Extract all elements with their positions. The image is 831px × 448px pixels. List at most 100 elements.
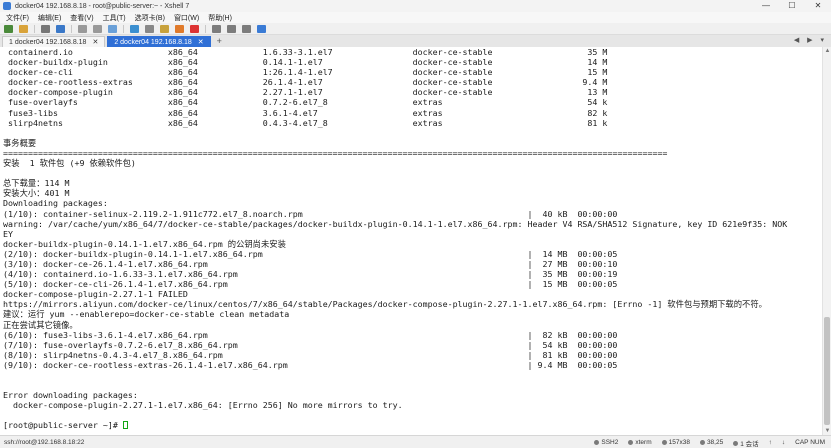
terminal-line: Downloading packages: [3, 198, 108, 209]
menu-window[interactable]: 窗口(W) [174, 13, 199, 23]
terminal-line: EY [3, 228, 13, 239]
terminal-type: xterm [628, 439, 652, 446]
xmanager-icon[interactable] [190, 24, 199, 33]
terminal-cursor [122, 421, 128, 430]
new-session-icon[interactable] [4, 24, 13, 33]
terminal-line: docker-compose-plugin-2.27.1-1.el7.x86_6… [3, 400, 403, 411]
paste-icon[interactable] [93, 24, 102, 33]
help-icon[interactable] [257, 24, 266, 33]
find-icon[interactable] [108, 24, 117, 33]
tab-close-icon[interactable]: ✕ [92, 37, 98, 48]
terminal-line: docker-ce-rootless-extras x86_64 26.1.4-… [3, 77, 608, 88]
menu-help[interactable]: 帮助(H) [208, 13, 232, 23]
window-title: docker04 192.168.8.18 - root@public-serv… [15, 2, 190, 10]
session-count: 1 会话 [733, 438, 759, 448]
terminal-line: fuse-overlayfs x86_64 0.7.2-6.el7_8 extr… [3, 97, 608, 108]
scroll-thumb[interactable] [824, 317, 830, 425]
terminal-line: fuse3-libs x86_64 3.6.1-4.el7 extras 82 … [3, 107, 608, 118]
session-icon [733, 441, 739, 446]
menu-tools[interactable]: 工具(T) [103, 13, 126, 23]
menu-edit[interactable]: 编辑(E) [38, 13, 61, 23]
menu-bar: 文件(F) 编辑(E) 查看(V) 工具(T) 选项卡(B) 窗口(W) 帮助(… [0, 12, 831, 23]
protocol-icon [594, 439, 600, 445]
vertical-scrollbar[interactable]: ▲ ▼ [822, 47, 831, 435]
terminal-line: docker-ce-cli x86_64 1:26.1.4-1.el7 dock… [3, 67, 608, 78]
tab-bar: 1 docker04 192.168.8.18 ✕ 2 docker04 192… [0, 35, 831, 47]
cursor-position-label: 38,25 [706, 439, 724, 446]
terminal-icon [628, 439, 634, 445]
terminal-size: 157x38 [661, 439, 690, 446]
terminal-line: ========================================… [3, 147, 668, 158]
menu-file[interactable]: 文件(F) [6, 13, 29, 23]
terminal-line: 建议：运行 yum --enablerepo=docker-ce-stable … [3, 309, 290, 320]
menu-view[interactable]: 查看(V) [70, 13, 93, 23]
xshell-app-icon [3, 2, 11, 10]
title-bar: docker04 192.168.8.18 - root@public-serv… [0, 0, 831, 12]
terminal-line: https://mirrors.aliyun.com/docker-ce/lin… [3, 299, 767, 310]
properties-icon[interactable] [56, 24, 65, 33]
terminal-type-label: xterm [635, 439, 652, 446]
minimize-button[interactable]: — [753, 0, 779, 12]
terminal-line: 安装 1 软件包 (+9 依赖软件包) [3, 158, 136, 169]
terminal-line: (1/10): container-selinux-2.119.2-1.911c… [3, 208, 618, 219]
terminal-line: (6/10): fuse3-libs-3.6.1-4.el7.x86_64.rp… [3, 329, 618, 340]
terminal-line: (7/10): fuse-overlayfs-0.7.2-6.el7_8.x86… [3, 339, 618, 350]
terminal-line: 安装大小：401 M [3, 188, 70, 199]
copy-icon[interactable] [78, 24, 87, 33]
fullscreen-icon[interactable] [242, 24, 251, 33]
keyboard-icon[interactable] [212, 24, 221, 33]
lock-icon[interactable] [160, 24, 169, 33]
scroll-down-icon[interactable]: ▼ [823, 427, 831, 435]
tab-navigation[interactable]: ◀ ▶ ▾ [794, 36, 827, 44]
toolbar-separator [123, 24, 124, 33]
connection-address: ssh://root@192.168.8.18:22 [4, 438, 85, 446]
menu-tabs[interactable]: 选项卡(B) [135, 13, 165, 23]
toolbar [0, 23, 831, 35]
status-right-group: SSH2 xterm 157x38 38,25 1 会话 ↑ ↓ CAP NUM [584, 436, 825, 448]
toolbar-separator [71, 24, 72, 33]
close-button[interactable]: ✕ [805, 0, 831, 12]
terminal-line: (4/10): containerd.io-1.6.33-3.1.el7.x86… [3, 269, 618, 280]
tab-close-icon[interactable]: ✕ [198, 37, 204, 48]
toolbar-separator [34, 24, 35, 33]
scroll-up-status-icon[interactable]: ↑ [769, 439, 772, 446]
xftp-icon[interactable] [175, 24, 184, 33]
open-folder-icon[interactable] [19, 24, 28, 33]
session-count-label: 1 会话 [740, 440, 759, 448]
scroll-up-icon[interactable]: ▲ [823, 47, 831, 55]
tab-session-2[interactable]: 2 docker04 192.168.8.18 ✕ [107, 36, 211, 48]
terminal-output[interactable]: containerd.io x86_64 1.6.33-3.1.el7 dock… [0, 47, 822, 435]
keyboard-lock-status: CAP NUM [795, 439, 825, 446]
maximize-button[interactable]: ☐ [779, 0, 805, 12]
font-icon[interactable] [145, 24, 154, 33]
terminal-line: (5/10): docker-ce-cli-26.1.4-1.el7.x86_6… [3, 279, 618, 290]
terminal-line: 总下载量：114 M [3, 178, 70, 189]
tab-session-1[interactable]: 1 docker04 192.168.8.18 ✕ [2, 36, 106, 48]
add-tab-icon[interactable]: + [217, 36, 222, 47]
globe-icon[interactable] [130, 24, 139, 33]
terminal-line: (2/10): docker-buildx-plugin-0.14.1-1.el… [3, 248, 618, 259]
terminal-line: docker-compose-plugin x86_64 2.27.1-1.el… [3, 87, 608, 98]
position-icon [699, 439, 705, 445]
layout-icon[interactable] [227, 24, 236, 33]
size-icon [661, 439, 667, 445]
terminal-line: 事务概要 [3, 137, 37, 148]
scroll-down-status-icon[interactable]: ↓ [782, 439, 785, 446]
terminal-line: docker-buildx-plugin x86_64 0.14.1-1.el7… [3, 57, 608, 68]
protocol-status: SSH2 [594, 439, 618, 446]
status-bar: ssh://root@192.168.8.18:22 SSH2 xterm 15… [0, 435, 831, 448]
terminal-line: containerd.io x86_64 1.6.33-3.1.el7 dock… [3, 47, 608, 57]
reconnect-icon[interactable] [41, 24, 50, 33]
terminal-line: (8/10): slirp4netns-0.4.3-4.el7_8.x86_64… [3, 349, 618, 360]
terminal-line: warning: /var/cache/yum/x86_64/7/docker-… [3, 218, 788, 229]
terminal-line: (3/10): docker-ce-26.1.4-1.el7.x86_64.rp… [3, 258, 618, 269]
toolbar-separator [205, 24, 206, 33]
terminal-size-label: 157x38 [668, 439, 690, 446]
protocol-label: SSH2 [601, 439, 619, 446]
tab-label: 2 docker04 192.168.8.18 [114, 38, 192, 46]
terminal-line: 正在尝试其它镜像。 [3, 319, 78, 330]
